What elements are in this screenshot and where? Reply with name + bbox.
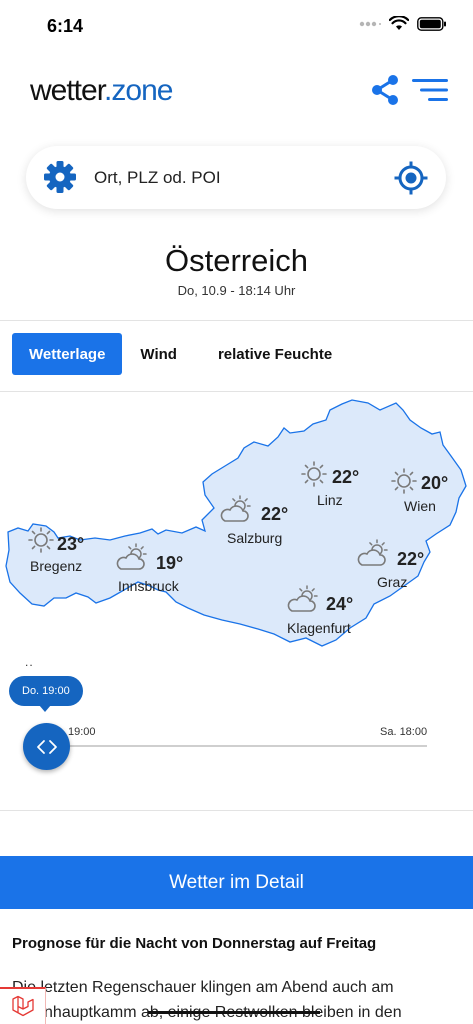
locate-icon[interactable] (394, 161, 428, 195)
tab-wind[interactable]: Wind (126, 333, 191, 375)
city-name: Bregenz (30, 558, 82, 574)
status-icons (359, 16, 447, 32)
gear-icon[interactable] (43, 160, 77, 194)
timeline-start-label: 19:00 (68, 726, 96, 738)
city-temp: 22° (261, 504, 288, 524)
timeline-end-label: Sa. 18:00 (380, 726, 428, 738)
code-arrows-icon (36, 739, 57, 754)
region-date: Do, 10.9 - 18:14 Uhr (177, 283, 296, 298)
divider (0, 810, 473, 811)
signal-icon (359, 21, 381, 27)
divider (0, 320, 473, 321)
city-name: Salzburg (227, 530, 282, 546)
austria-border (5, 399, 467, 647)
timeline-dots: .. (25, 655, 34, 669)
tab-relative-feuchte[interactable]: relative Feuchte (201, 333, 349, 375)
city-temp: 23° (57, 534, 84, 554)
city-name: Innsbruck (118, 578, 180, 594)
timeline-slider-handle[interactable] (23, 723, 70, 770)
city-name: Wien (404, 498, 436, 514)
city-name: Klagenfurt (287, 620, 351, 636)
region-title: Österreich (165, 243, 308, 278)
map-tabs: Wetterlage Wind relative Feuchte (12, 333, 349, 375)
city-temp: 20° (421, 473, 448, 493)
laravel-icon (11, 995, 34, 1016)
logo[interactable]: wetter.zone (30, 74, 173, 108)
forecast-line: Die letzten Regenschauer klingen am Aben… (12, 979, 394, 996)
forecast-heading: Prognose für die Nacht von Donnerstag au… (12, 935, 377, 952)
battery-icon (417, 17, 446, 31)
wifi-icon (389, 16, 409, 30)
city-temp: 22° (332, 467, 359, 487)
city-temp: 22° (397, 549, 424, 569)
logo-part-1: wetter (30, 74, 105, 107)
share-icon[interactable] (370, 74, 400, 106)
app-header: wetter.zone (0, 60, 473, 122)
city-name: Graz (377, 574, 407, 590)
status-time: 6:14 (47, 16, 84, 36)
search-input[interactable] (94, 164, 384, 192)
search-bar (26, 146, 446, 209)
timeline-track[interactable] (45, 745, 427, 747)
status-bar: 6:14 (0, 0, 473, 54)
logo-part-2: .zone (104, 74, 173, 107)
city-temp: 24° (326, 594, 353, 614)
city-temp: 19° (156, 553, 183, 573)
strike-overlay (148, 1011, 320, 1014)
weather-detail-button[interactable]: Wetter im Detail (0, 856, 473, 909)
menu-icon[interactable] (412, 78, 448, 102)
forecast-text: Die letzten Regenschauer klingen am Aben… (12, 975, 462, 1024)
current-time-badge: Do. 19:00 (9, 676, 83, 712)
laravel-debug-badge[interactable] (0, 987, 46, 1024)
austria-map[interactable]: 23° Bregenz 19° Innsbruck 22° Salzburg 2… (0, 390, 473, 650)
tab-wetterlage[interactable]: Wetterlage (12, 333, 123, 375)
city-name: Linz (317, 492, 343, 508)
